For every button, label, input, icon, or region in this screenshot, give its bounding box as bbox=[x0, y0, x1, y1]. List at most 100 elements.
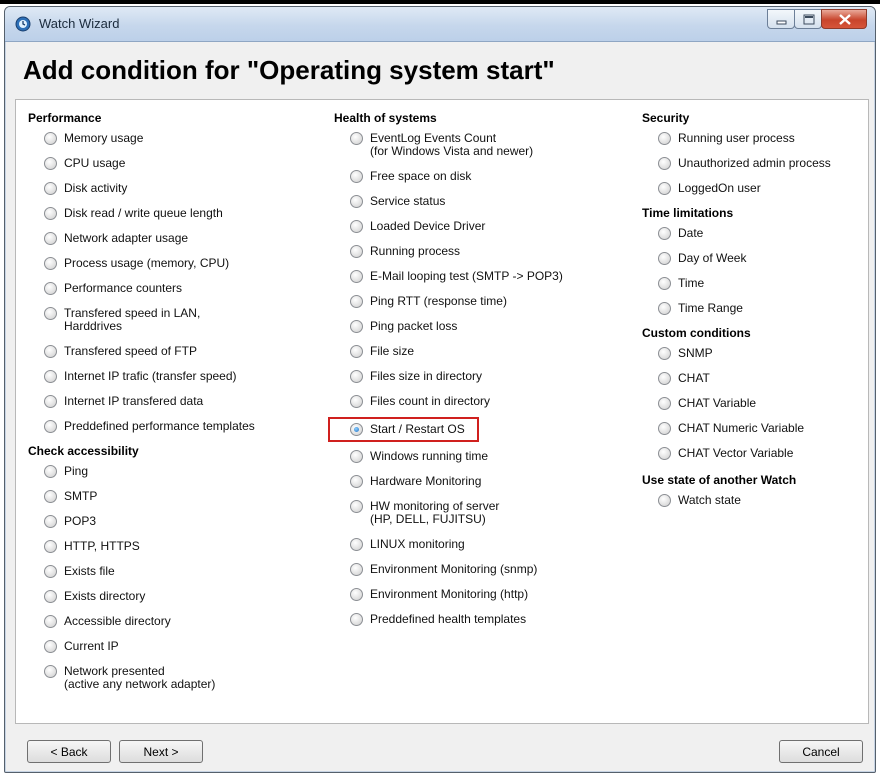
condition-option[interactable]: HW monitoring of server (HP, DELL, FUJIT… bbox=[334, 500, 634, 526]
radio-icon[interactable] bbox=[350, 195, 363, 208]
radio-icon[interactable] bbox=[350, 563, 363, 576]
radio-icon[interactable] bbox=[350, 295, 363, 308]
radio-icon[interactable] bbox=[658, 347, 671, 360]
condition-option[interactable]: File size bbox=[334, 345, 634, 358]
radio-icon[interactable] bbox=[350, 613, 363, 626]
condition-option[interactable]: Watch state bbox=[642, 494, 862, 507]
title-bar[interactable]: Watch Wizard bbox=[5, 7, 875, 42]
radio-icon[interactable] bbox=[44, 540, 57, 553]
condition-option[interactable]: Current IP bbox=[28, 640, 328, 653]
radio-icon[interactable] bbox=[44, 282, 57, 295]
condition-option[interactable]: Windows running time bbox=[334, 450, 634, 463]
radio-icon[interactable] bbox=[350, 500, 363, 513]
condition-option[interactable]: LINUX monitoring bbox=[334, 538, 634, 551]
radio-icon[interactable] bbox=[44, 370, 57, 383]
condition-option[interactable]: Transfered speed in LAN, Harddrives bbox=[28, 307, 328, 333]
radio-icon[interactable] bbox=[658, 397, 671, 410]
condition-option[interactable]: Environment Monitoring (http) bbox=[334, 588, 634, 601]
radio-icon[interactable] bbox=[658, 132, 671, 145]
condition-option[interactable]: Memory usage bbox=[28, 132, 328, 145]
condition-option[interactable]: Transfered speed of FTP bbox=[28, 345, 328, 358]
radio-icon[interactable] bbox=[44, 665, 57, 678]
radio-icon[interactable] bbox=[44, 232, 57, 245]
radio-icon[interactable] bbox=[658, 372, 671, 385]
radio-icon[interactable] bbox=[44, 590, 57, 603]
radio-icon[interactable] bbox=[44, 490, 57, 503]
radio-icon[interactable] bbox=[350, 538, 363, 551]
radio-icon[interactable] bbox=[44, 640, 57, 653]
radio-icon[interactable] bbox=[44, 132, 57, 145]
condition-option[interactable]: Process usage (memory, CPU) bbox=[28, 257, 328, 270]
condition-option[interactable]: Internet IP transfered data bbox=[28, 395, 328, 408]
radio-icon[interactable] bbox=[44, 565, 57, 578]
radio-icon[interactable] bbox=[658, 447, 671, 460]
condition-option[interactable]: E-Mail looping test (SMTP -> POP3) bbox=[334, 270, 634, 283]
radio-icon[interactable] bbox=[350, 245, 363, 258]
condition-option[interactable]: Preddefined health templates bbox=[334, 613, 634, 626]
condition-option[interactable]: Files size in directory bbox=[334, 370, 634, 383]
condition-option[interactable]: Time bbox=[642, 277, 862, 290]
condition-option[interactable]: Service status bbox=[334, 195, 634, 208]
radio-icon[interactable] bbox=[350, 370, 363, 383]
condition-option[interactable]: Date bbox=[642, 227, 862, 240]
condition-option[interactable]: CHAT bbox=[642, 372, 862, 385]
condition-option[interactable]: Day of Week bbox=[642, 252, 862, 265]
radio-icon[interactable] bbox=[350, 345, 363, 358]
radio-icon[interactable] bbox=[350, 475, 363, 488]
radio-selected-icon[interactable] bbox=[350, 423, 363, 436]
radio-icon[interactable] bbox=[658, 182, 671, 195]
radio-icon[interactable] bbox=[658, 422, 671, 435]
condition-option[interactable]: POP3 bbox=[28, 515, 328, 528]
condition-option[interactable]: Internet IP trafic (transfer speed) bbox=[28, 370, 328, 383]
condition-option[interactable]: Disk activity bbox=[28, 182, 328, 195]
radio-icon[interactable] bbox=[44, 207, 57, 220]
radio-icon[interactable] bbox=[350, 450, 363, 463]
radio-icon[interactable] bbox=[44, 615, 57, 628]
condition-option[interactable]: HTTP, HTTPS bbox=[28, 540, 328, 553]
radio-icon[interactable] bbox=[350, 132, 363, 145]
radio-icon[interactable] bbox=[44, 515, 57, 528]
radio-icon[interactable] bbox=[658, 157, 671, 170]
condition-option[interactable]: Ping packet loss bbox=[334, 320, 634, 333]
cancel-button[interactable]: Cancel bbox=[779, 740, 863, 763]
condition-option[interactable]: CHAT Variable bbox=[642, 397, 862, 410]
condition-option[interactable]: Unauthorized admin process bbox=[642, 157, 862, 170]
radio-icon[interactable] bbox=[658, 302, 671, 315]
condition-option[interactable]: Time Range bbox=[642, 302, 862, 315]
condition-option[interactable]: Exists directory bbox=[28, 590, 328, 603]
radio-icon[interactable] bbox=[44, 420, 57, 433]
back-button[interactable]: < Back bbox=[27, 740, 111, 763]
minimize-button[interactable] bbox=[767, 9, 795, 29]
radio-icon[interactable] bbox=[658, 494, 671, 507]
radio-icon[interactable] bbox=[44, 345, 57, 358]
radio-icon[interactable] bbox=[44, 257, 57, 270]
condition-option[interactable]: Free space on disk bbox=[334, 170, 634, 183]
condition-option[interactable]: Ping bbox=[28, 465, 328, 478]
next-button[interactable]: Next > bbox=[119, 740, 203, 763]
radio-icon[interactable] bbox=[44, 182, 57, 195]
radio-icon[interactable] bbox=[44, 307, 57, 320]
condition-option[interactable]: Start / Restart OS bbox=[328, 417, 479, 442]
condition-option[interactable]: Loaded Device Driver bbox=[334, 220, 634, 233]
condition-option[interactable]: CPU usage bbox=[28, 157, 328, 170]
radio-icon[interactable] bbox=[44, 395, 57, 408]
condition-option[interactable]: Disk read / write queue length bbox=[28, 207, 328, 220]
condition-option[interactable]: Accessible directory bbox=[28, 615, 328, 628]
radio-icon[interactable] bbox=[658, 277, 671, 290]
radio-icon[interactable] bbox=[350, 170, 363, 183]
condition-option[interactable]: Exists file bbox=[28, 565, 328, 578]
condition-option[interactable]: Environment Monitoring (snmp) bbox=[334, 563, 634, 576]
condition-option[interactable]: Running process bbox=[334, 245, 634, 258]
radio-icon[interactable] bbox=[658, 227, 671, 240]
condition-option[interactable]: SMTP bbox=[28, 490, 328, 503]
condition-option[interactable]: Network presented (active any network ad… bbox=[28, 665, 328, 691]
radio-icon[interactable] bbox=[350, 395, 363, 408]
radio-icon[interactable] bbox=[44, 465, 57, 478]
condition-option[interactable]: CHAT Vector Variable bbox=[642, 447, 862, 460]
radio-icon[interactable] bbox=[350, 320, 363, 333]
radio-icon[interactable] bbox=[350, 270, 363, 283]
radio-icon[interactable] bbox=[658, 252, 671, 265]
condition-option[interactable]: EventLog Events Count (for Windows Vista… bbox=[334, 132, 634, 158]
condition-option[interactable]: SNMP bbox=[642, 347, 862, 360]
condition-option[interactable]: Network adapter usage bbox=[28, 232, 328, 245]
